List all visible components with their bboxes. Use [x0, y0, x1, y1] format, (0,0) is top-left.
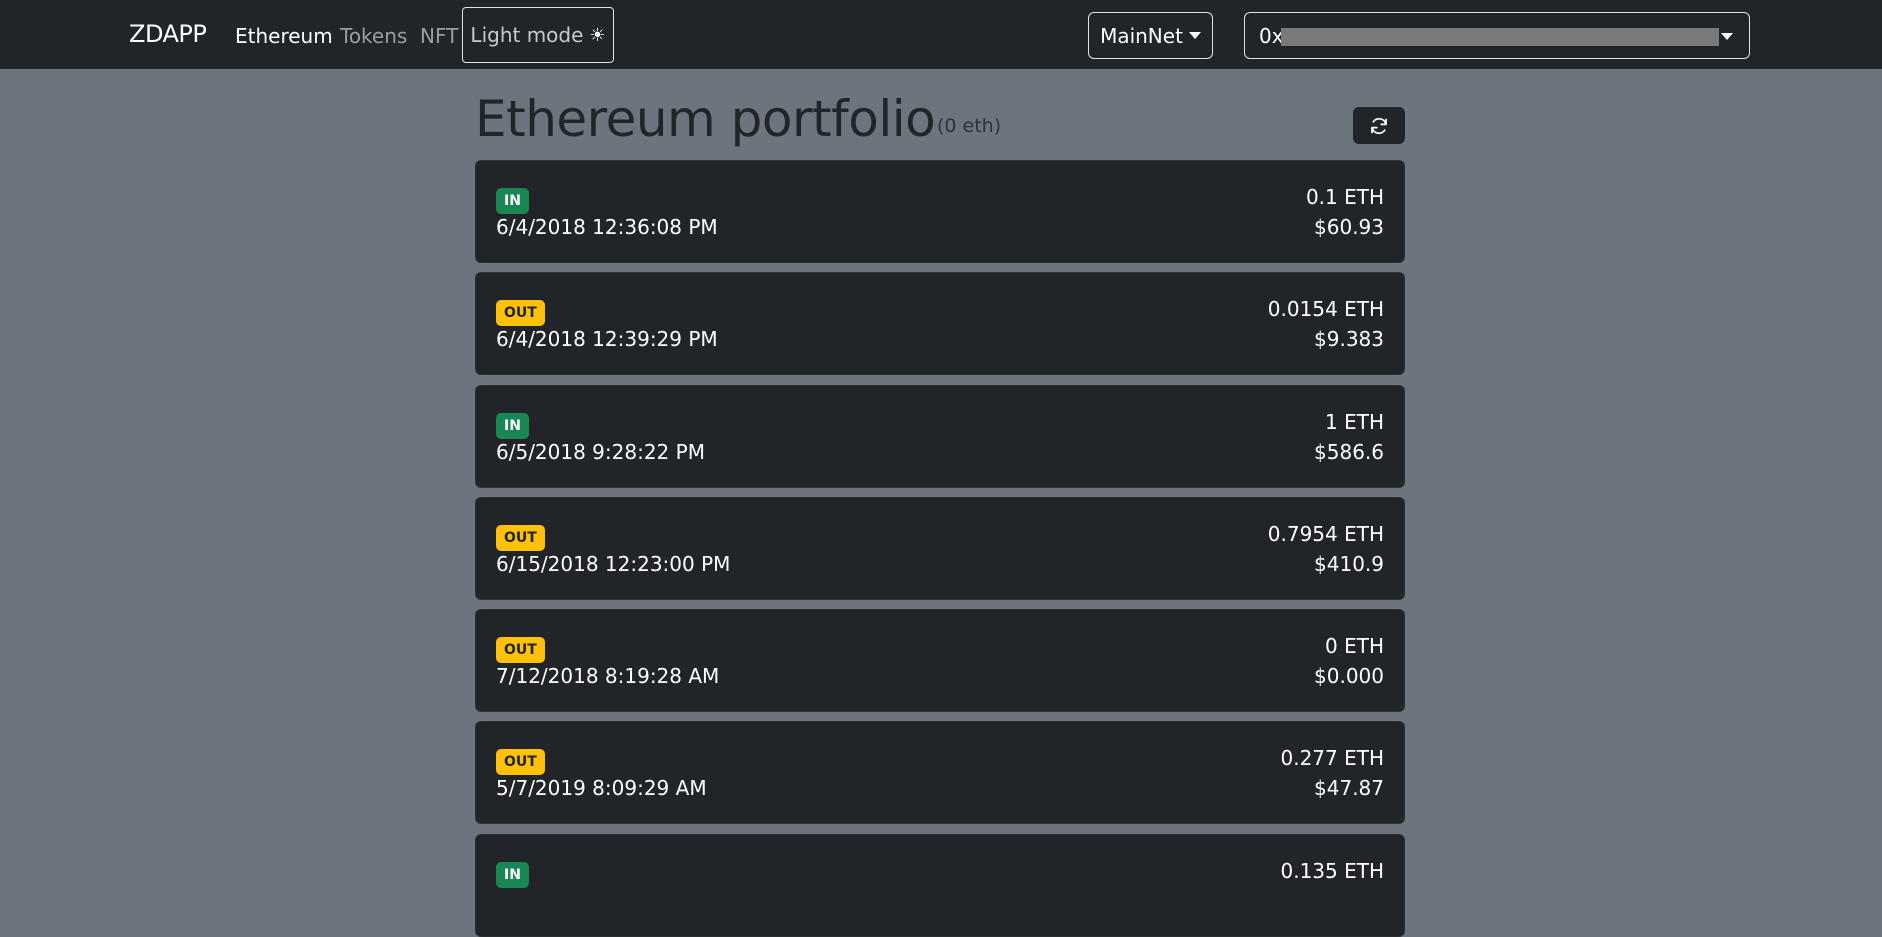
- theme-toggle-label: Light mode: [470, 23, 584, 47]
- transaction-usd-amount: $9.383: [1314, 327, 1384, 351]
- transaction-eth-amount: 1 ETH: [1325, 410, 1384, 434]
- nav-link-ethereum[interactable]: Ethereum: [235, 24, 333, 48]
- refresh-icon: [1371, 117, 1387, 134]
- transaction-eth-amount: 0.7954 ETH: [1267, 522, 1384, 546]
- transaction-eth-amount: 0.135 ETH: [1280, 859, 1384, 883]
- transaction-usd-amount: $410.9: [1314, 552, 1384, 576]
- transaction-date: 6/5/2018 9:28:22 PM: [496, 440, 705, 464]
- transaction-usd-amount: $60.93: [1314, 215, 1384, 239]
- transaction-card[interactable]: OUT 6/15/2018 12:23:00 PM 0.7954 ETH $41…: [475, 497, 1405, 600]
- direction-badge: OUT: [496, 749, 545, 775]
- transaction-eth-amount: 0.1 ETH: [1305, 185, 1384, 209]
- transaction-card[interactable]: OUT 5/7/2019 8:09:29 AM 0.277 ETH $47.87: [475, 721, 1405, 824]
- direction-badge: IN: [496, 413, 529, 439]
- sun-icon: ☀: [589, 24, 606, 46]
- transaction-eth-amount: 0 ETH: [1325, 634, 1384, 658]
- transaction-date: 5/7/2019 8:09:29 AM: [496, 776, 707, 800]
- account-dropdown-button[interactable]: 0x: [1244, 12, 1750, 59]
- transaction-card[interactable]: IN 0.135 ETH: [475, 834, 1405, 937]
- direction-badge: OUT: [496, 300, 545, 326]
- page-title: Ethereum portfolio: [475, 90, 936, 148]
- account-address-prefix: 0x: [1259, 24, 1284, 48]
- transaction-card[interactable]: OUT 6/4/2018 12:39:29 PM 0.0154 ETH $9.3…: [475, 272, 1405, 375]
- transaction-date: 6/4/2018 12:36:08 PM: [496, 215, 718, 239]
- account-address-redacted: [1281, 28, 1719, 46]
- nav-link-tokens[interactable]: Tokens: [340, 24, 407, 48]
- transaction-eth-amount: 0.0154 ETH: [1267, 297, 1384, 321]
- network-dropdown-button[interactable]: MainNet: [1088, 12, 1213, 59]
- brand-logo[interactable]: ZDAPP: [129, 20, 207, 48]
- refresh-button[interactable]: [1353, 107, 1405, 144]
- transaction-card[interactable]: IN 6/4/2018 12:36:08 PM 0.1 ETH $60.93: [475, 160, 1405, 263]
- caret-down-icon: [1721, 33, 1733, 40]
- network-label: MainNet: [1100, 23, 1183, 48]
- transaction-usd-amount: $0.000: [1314, 664, 1384, 688]
- transaction-eth-amount: 0.277 ETH: [1280, 746, 1384, 770]
- direction-badge: OUT: [496, 637, 545, 663]
- direction-badge: OUT: [496, 525, 545, 551]
- theme-toggle-button[interactable]: Light mode ☀: [462, 7, 614, 63]
- transaction-card[interactable]: OUT 7/12/2018 8:19:28 AM 0 ETH $0.000: [475, 609, 1405, 712]
- top-navbar: ZDAPP Ethereum Tokens NFT Light mode ☀ M…: [0, 0, 1882, 69]
- portfolio-balance: (0 eth): [937, 115, 1002, 137]
- transaction-date: 6/4/2018 12:39:29 PM: [496, 327, 718, 351]
- nav-link-nft[interactable]: NFT: [420, 24, 458, 48]
- direction-badge: IN: [496, 188, 529, 214]
- transaction-date: 7/12/2018 8:19:28 AM: [496, 664, 720, 688]
- direction-badge: IN: [496, 862, 529, 888]
- transaction-card[interactable]: IN 6/5/2018 9:28:22 PM 1 ETH $586.6: [475, 385, 1405, 488]
- transaction-date: 6/15/2018 12:23:00 PM: [496, 552, 731, 576]
- caret-down-icon: [1188, 32, 1201, 39]
- transaction-usd-amount: $47.87: [1314, 776, 1384, 800]
- transaction-usd-amount: $586.6: [1314, 440, 1384, 464]
